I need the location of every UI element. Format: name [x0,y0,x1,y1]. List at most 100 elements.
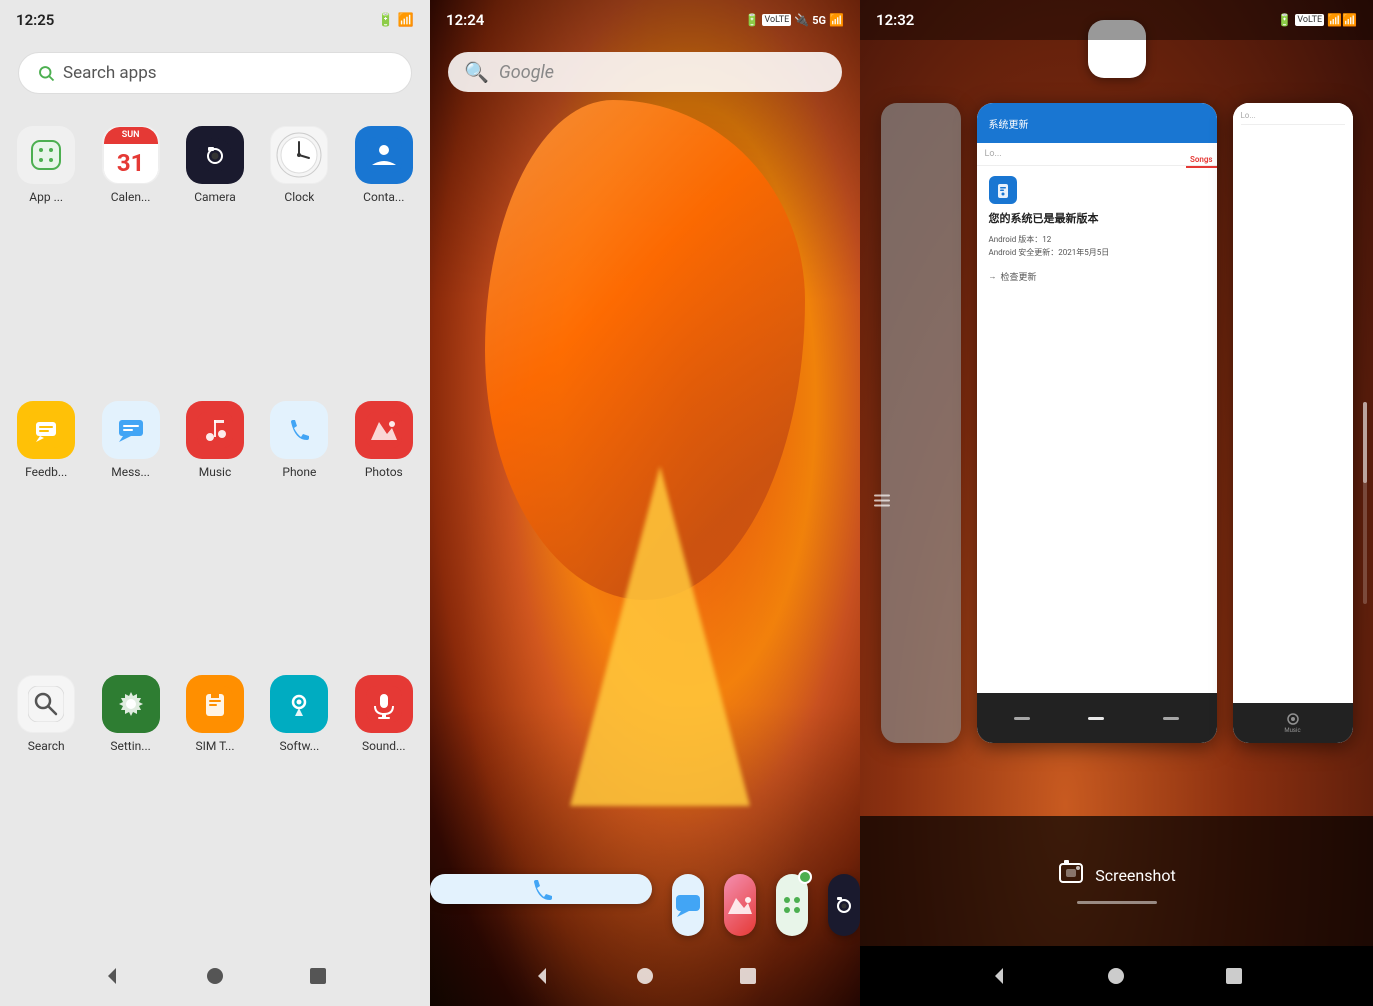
app-item-clock[interactable]: Clock [257,114,341,389]
status-bar-panel2: 12:24 🔋 VoLTE 🔌 5G 📶 [430,0,860,40]
search-bar-container: Search apps [0,40,430,106]
back-button-p1[interactable] [98,962,126,990]
app-icon-clock [270,126,328,184]
contacts-icon-svg [366,137,402,173]
app-grid: App ... SUN 31 Calen... [0,106,430,946]
recents-icon-p2 [738,966,758,986]
card-2-content: 系统更新 Lo... 您的系统已是最 [977,103,1217,743]
home-button-p2[interactable] [631,962,659,990]
screenshot-icon-svg [1057,859,1085,887]
dock-photos[interactable] [724,874,756,936]
app-search-bar[interactable]: Search apps [18,52,412,94]
photos-icon-svg [366,412,402,448]
app-item-phone[interactable]: Phone [257,389,341,664]
battery-icon: 🔋 [378,13,394,28]
search-placeholder-p3: Lo... [985,149,1002,159]
time-panel2: 12:24 [446,11,484,29]
app-item-simt[interactable]: SIM T... [173,663,257,938]
check-update-arrow: → [989,272,997,281]
home-icon-p3 [1106,966,1126,986]
google-search-icon: 🔍 [464,60,489,84]
recents-button-p2[interactable] [734,962,762,990]
app-item-softw[interactable]: Softw... [257,663,341,938]
app-item-music[interactable]: Music [173,389,257,664]
recents-icon-p1 [308,966,328,986]
recent-card-left[interactable] [881,103,961,743]
search-app-icon-svg [28,686,64,722]
wifi-icon-p2: 🔌 [794,13,809,27]
app-label-feedback: Feedb... [25,465,67,479]
dock-phone[interactable] [430,874,652,904]
app-item-appstore[interactable]: App ... [4,114,88,389]
status-bar-panel3: 12:32 🔋 VoLTE 📶📶 [860,0,1373,40]
settings-icon-inner [102,675,160,733]
app-item-camera[interactable]: Camera [173,114,257,389]
app-item-calendar[interactable]: SUN 31 Calen... [88,114,172,389]
nav-dot-home [1088,717,1104,720]
dock-messages[interactable] [672,874,704,936]
card-3-content: Lo... Music [1233,103,1353,743]
card-2-header: 系统更新 [977,103,1217,143]
dock-appstore[interactable] [776,874,808,936]
home-button-p3[interactable] [1102,962,1130,990]
screenshot-label: Screenshot [1095,866,1175,885]
time-panel1: 12:25 [16,11,54,29]
recent-card-right[interactable]: Lo... Music [1233,103,1353,743]
google-placeholder: Google [499,62,554,83]
app-item-messages[interactable]: Mess... [88,389,172,664]
app-label-music: Music [199,465,231,479]
back-button-p3[interactable] [985,962,1013,990]
screenshot-icon [1057,859,1085,893]
recents-button-p3[interactable] [1220,962,1248,990]
sound-icon-svg [366,686,402,722]
search-apps-label: Search apps [63,63,157,83]
app-icon-contacts [355,126,413,184]
nav-dot-recents [1163,717,1179,720]
card-2-body: 您的系统已是最新版本 Android 版本：12 Android 安全更新：20… [977,166,1217,693]
back-button-p2[interactable] [528,962,556,990]
search-icon [37,64,55,82]
music-icon-svg [197,412,233,448]
home-icon-p2 [635,966,655,986]
signal-icon-p2: 📶 [829,13,844,27]
settings-gear-svg [116,689,146,719]
softw-icon-svg [281,686,317,722]
messages-icon-svg [113,412,149,448]
google-search-bar[interactable]: 🔍 Google [448,52,842,92]
app-label-phone: Phone [282,465,316,479]
app-icon-messages [102,401,160,459]
recents-button-p1[interactable] [304,962,332,990]
screenshot-content: Screenshot [1057,859,1175,893]
fiveg-label: 5G [812,14,826,27]
panel-home-screen: 12:24 🔋 VoLTE 🔌 5G 📶 🔍 Google [430,0,860,1006]
app-icon-phone [270,401,328,459]
app-icon-simt [186,675,244,733]
camera-icon-svg [198,138,232,172]
app-label-softw: Softw... [279,739,319,753]
app-item-feedback[interactable]: Feedb... [4,389,88,664]
card-3-top: Lo... [1233,103,1353,703]
dock-appstore-badge [798,870,812,884]
lo-placeholder: Lo... [1241,111,1256,120]
dock-phone-icon [526,874,556,904]
app-item-sound[interactable]: Sound... [342,663,426,938]
nav-bar-panel1 [0,946,430,1006]
screenshot-bar: Screenshot [860,816,1373,946]
recent-card-main[interactable]: 系统更新 Lo... 您的系统已是最 [977,103,1217,743]
app-item-photos[interactable]: Photos [342,389,426,664]
app-item-settings[interactable]: Settin... [88,663,172,938]
app-icon-music [186,401,244,459]
app-item-contacts[interactable]: Conta... [342,114,426,389]
status-icons-panel2: 🔋 VoLTE 🔌 5G 📶 [745,13,844,27]
app-label-settings: Settin... [110,739,150,753]
app-label-calendar: Calen... [111,190,151,204]
home-button-p1[interactable] [201,962,229,990]
music-label-small: Music [1284,727,1300,734]
recents-icon-p3 [1224,966,1244,986]
volte-icon-p3: VoLTE [1295,14,1324,26]
app-item-search[interactable]: Search [4,663,88,938]
dock-camera[interactable] [828,874,860,936]
time-panel3: 12:32 [876,11,914,29]
calendar-month: SUN [122,130,140,140]
check-update-row[interactable]: → 检查更新 [989,270,1205,283]
